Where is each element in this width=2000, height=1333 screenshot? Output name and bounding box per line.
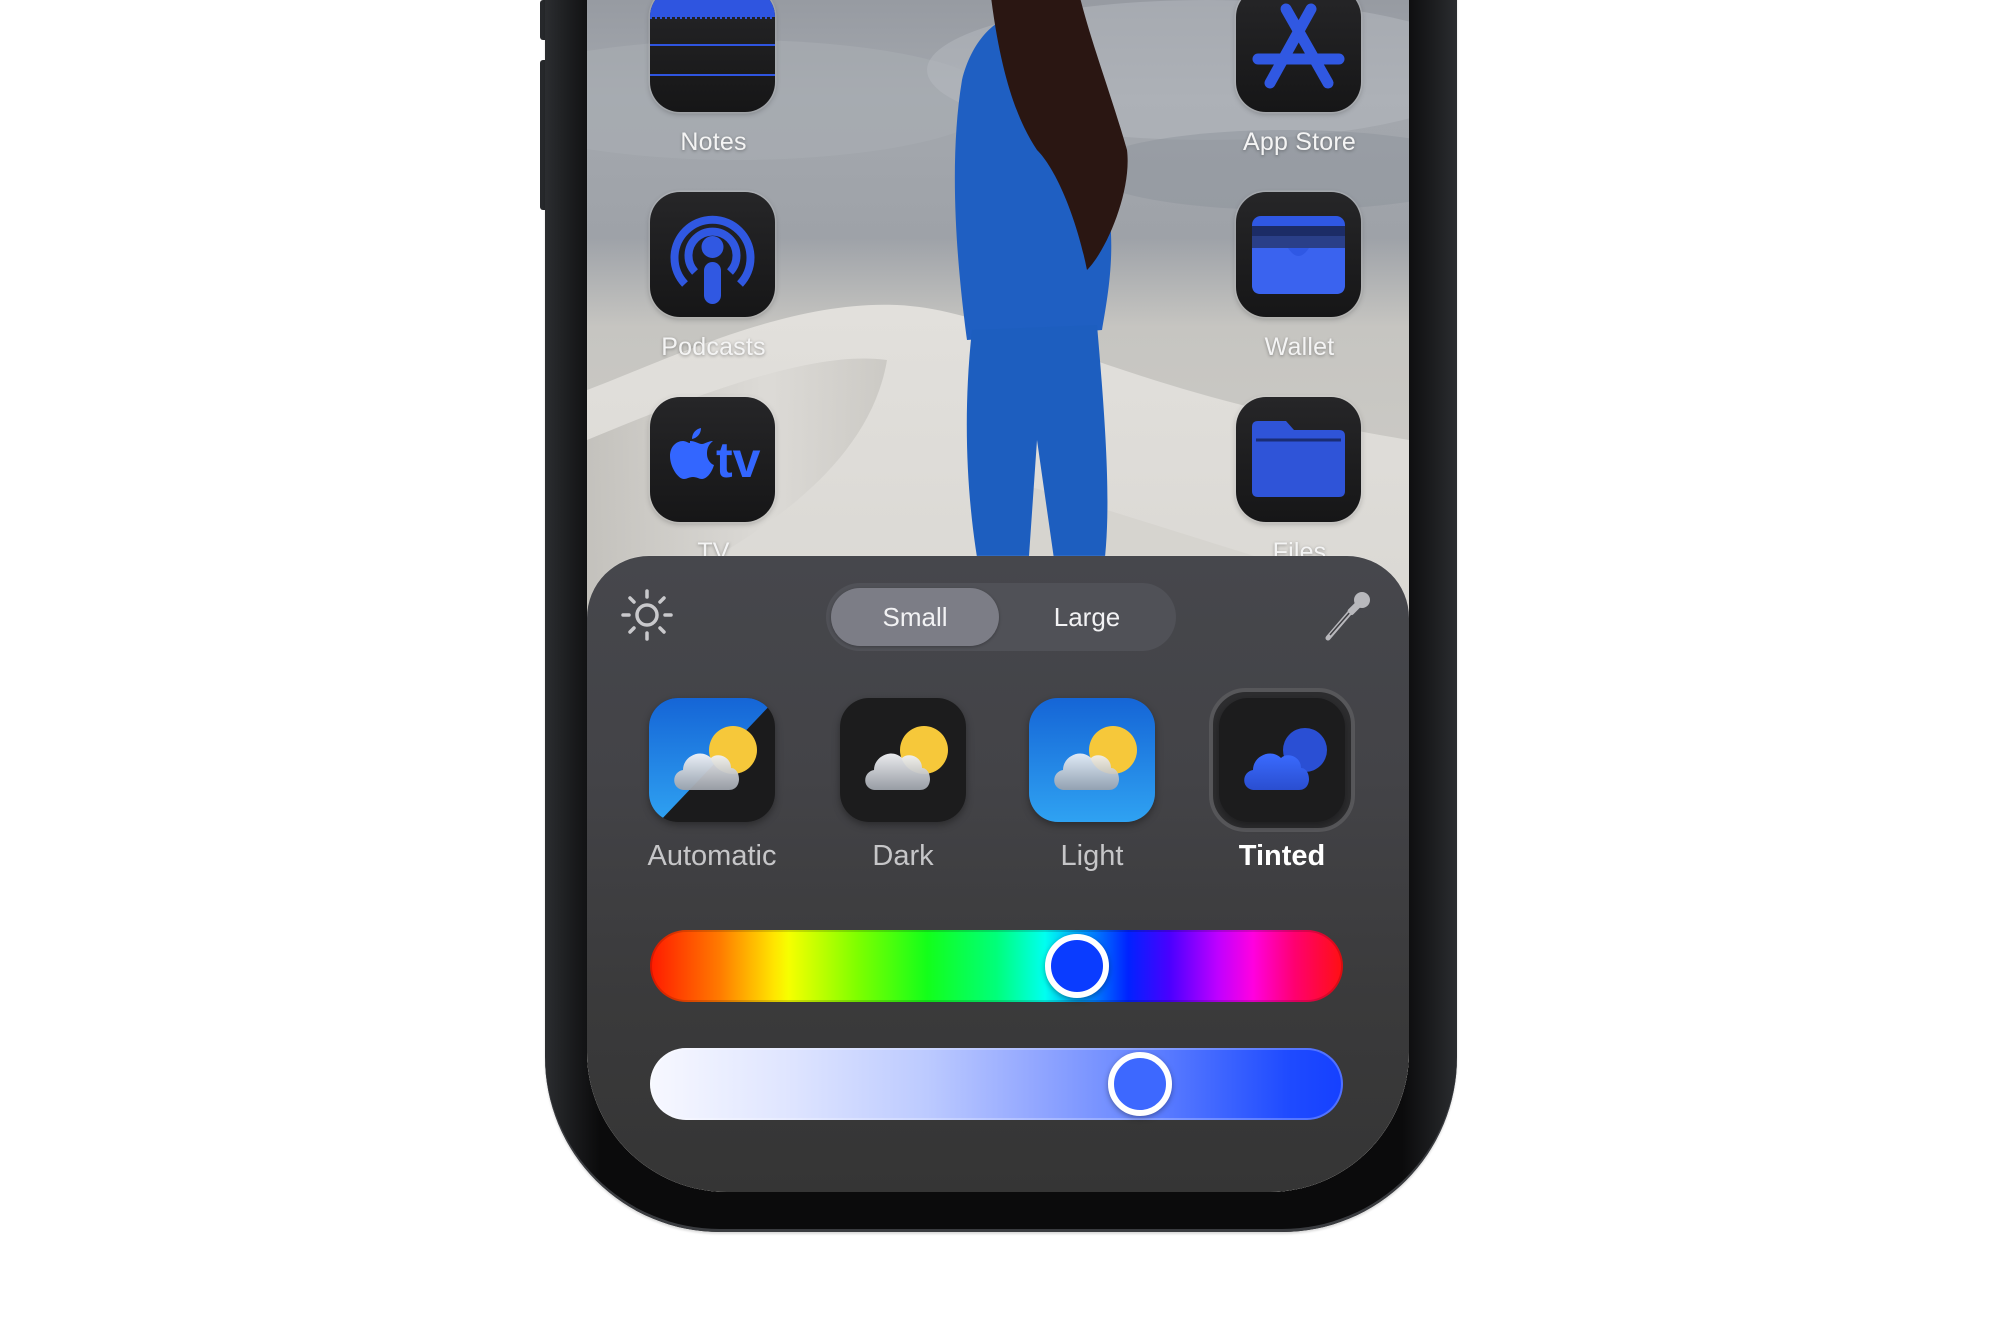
brightness-button[interactable] (620, 588, 674, 642)
app-notes[interactable]: Notes (650, 0, 777, 157)
wallet-icon (1236, 192, 1361, 317)
app-wallet[interactable]: Wallet (1236, 192, 1363, 362)
style-option-light[interactable]: Light (1029, 698, 1155, 872)
style-option-dark[interactable]: Dark (840, 698, 966, 872)
files-icon (1236, 397, 1361, 522)
style-label: Dark (872, 840, 934, 872)
notes-icon (650, 0, 775, 112)
style-option-tinted[interactable]: Tinted (1209, 688, 1355, 872)
app-label: Notes (680, 128, 747, 156)
app-store-icon (1236, 0, 1361, 112)
weather-tinted-icon (1219, 698, 1345, 822)
app-podcasts[interactable]: Podcasts (650, 192, 777, 362)
size-option-small[interactable]: Small (831, 588, 999, 646)
app-files[interactable]: Files (1236, 397, 1363, 567)
app-label: Podcasts (661, 333, 766, 361)
podcasts-icon (650, 192, 775, 317)
style-option-automatic[interactable]: Automatic (648, 698, 776, 872)
saturation-slider-knob[interactable] (1107, 1052, 1172, 1116)
sun-icon (621, 589, 673, 641)
eyedropper-icon (1325, 592, 1370, 641)
app-label: Wallet (1264, 333, 1335, 361)
app-label: App Store (1243, 128, 1356, 156)
style-label: Light (1060, 840, 1124, 872)
app-app-store[interactable]: App Store (1236, 0, 1363, 157)
apple-tv-icon: tv (650, 397, 775, 522)
saturation-slider[interactable] (650, 1048, 1343, 1120)
weather-dark-icon (840, 698, 966, 822)
weather-automatic-icon (649, 698, 775, 822)
hue-slider[interactable] (650, 930, 1343, 1002)
style-label: Tinted (1238, 840, 1326, 872)
svg-text:tv: tv (716, 432, 761, 488)
style-label: Automatic (647, 840, 777, 872)
weather-light-icon (1029, 698, 1155, 822)
hue-slider-knob[interactable] (1045, 934, 1110, 998)
app-tv[interactable]: tv TV (650, 397, 777, 567)
size-toggle: Small Large (826, 583, 1176, 651)
size-option-large[interactable]: Large (1003, 588, 1171, 646)
eyedropper-button[interactable] (1318, 588, 1374, 644)
